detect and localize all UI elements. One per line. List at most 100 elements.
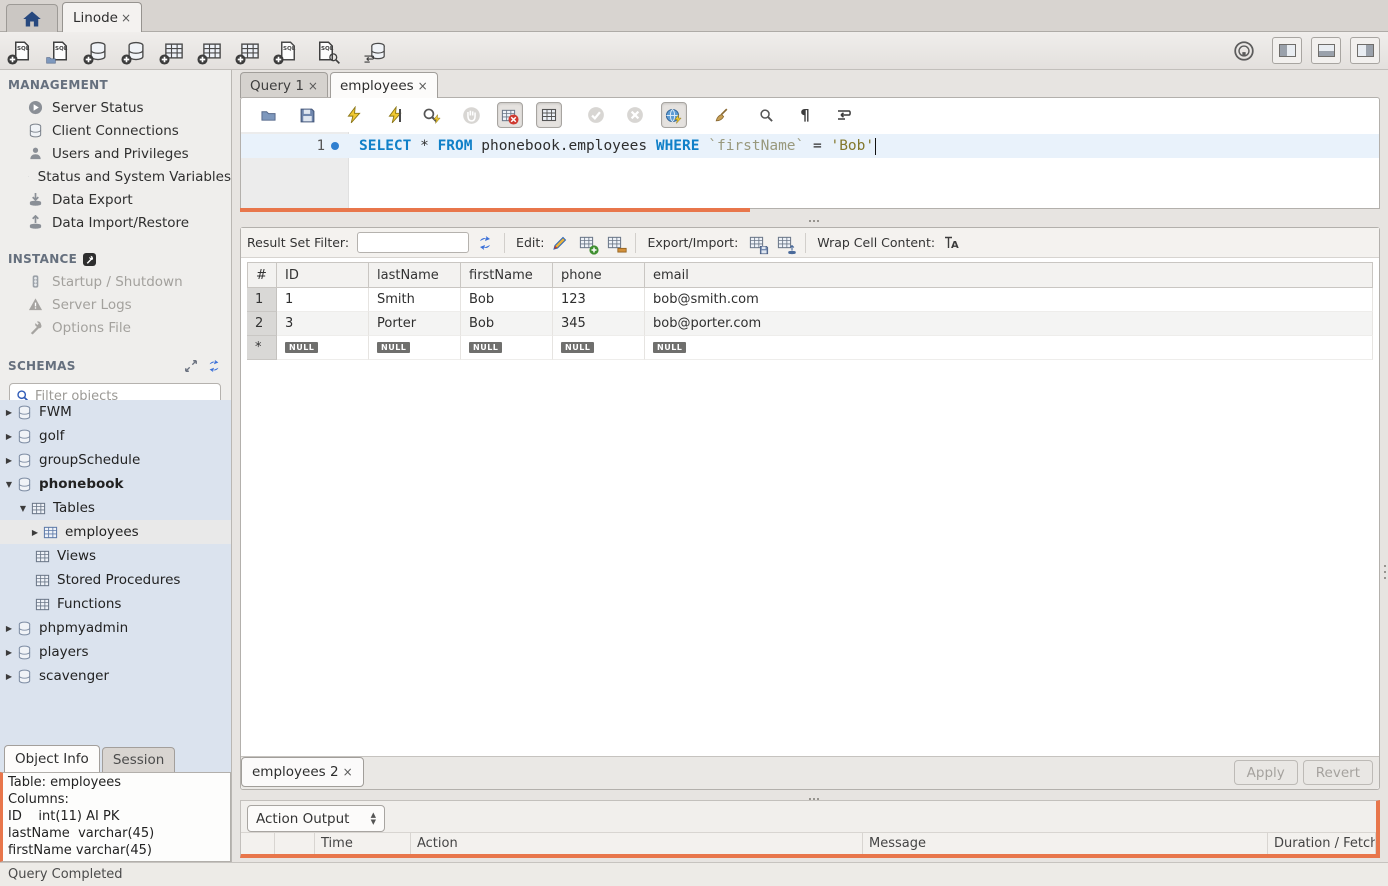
cell[interactable]: bob@porter.com (645, 312, 1373, 336)
null-badge[interactable]: NULL (561, 342, 594, 353)
output-column-header[interactable]: Action (411, 833, 863, 854)
expanded-arrow-icon[interactable]: ▼ (4, 480, 14, 489)
create-schema-icon[interactable] (124, 39, 148, 63)
sidebar-item-server-logs[interactable]: Server Logs (0, 293, 231, 316)
cell[interactable]: 3 (277, 312, 369, 336)
revert-button[interactable]: Revert (1303, 760, 1373, 785)
open-sql-script-icon[interactable] (48, 39, 72, 63)
collapsed-arrow-icon[interactable]: ▶ (30, 528, 40, 537)
toggle-bottom-panel-icon[interactable] (1311, 37, 1341, 64)
inspector-icon[interactable] (86, 39, 110, 63)
tab-object-info[interactable]: Object Info (4, 745, 100, 772)
column-header[interactable]: lastName (369, 262, 461, 288)
collapsed-arrow-icon[interactable]: ▶ (4, 432, 14, 441)
create-table-icon[interactable] (162, 39, 186, 63)
collapsed-arrow-icon[interactable]: ▶ (4, 408, 14, 417)
sql-editor-body[interactable]: 1 SELECT * FROM phonebook.employees WHER… (241, 132, 1379, 208)
sidebar-item-data-export[interactable]: Data Export (0, 188, 231, 211)
tab-close-icon[interactable]: × (308, 79, 318, 93)
collapsed-arrow-icon[interactable]: ▶ (4, 456, 14, 465)
commit-icon[interactable] (583, 102, 609, 128)
open-file-icon[interactable] (255, 102, 281, 128)
column-header[interactable]: firstName (461, 262, 553, 288)
collapsed-arrow-icon[interactable]: ▶ (4, 624, 14, 633)
find-icon[interactable] (753, 102, 779, 128)
tree-item-players[interactable]: ▶ players (0, 640, 231, 664)
create-function-icon[interactable] (276, 39, 300, 63)
sql-query-text[interactable]: SELECT * FROM phonebook.employees WHERE … (359, 134, 876, 158)
tree-item-phpmyadmin[interactable]: ▶ phpmyadmin (0, 616, 231, 640)
tab-employees[interactable]: employees × (330, 72, 438, 98)
tree-item-fwm[interactable]: ▶ FWM (0, 400, 231, 424)
result-tab-employees-2[interactable]: employees 2 × (241, 757, 364, 787)
tree-item-functions[interactable]: Functions (0, 592, 231, 616)
explain-icon[interactable] (419, 102, 445, 128)
result-tab-close-icon[interactable]: × (343, 765, 353, 779)
connection-tab-close-icon[interactable]: × (121, 11, 131, 25)
toggle-stop-on-error-icon[interactable] (497, 102, 523, 128)
sidebar-item-server-status[interactable]: Server Status (0, 96, 231, 119)
sidebar-item-system-variables[interactable]: Status and System Variables (0, 165, 231, 188)
rollback-icon[interactable] (622, 102, 648, 128)
limit-rows-icon[interactable] (536, 102, 562, 128)
refresh-results-icon[interactable] (477, 235, 493, 251)
column-header[interactable]: phone (553, 262, 645, 288)
sidebar-item-client-connections[interactable]: Client Connections (0, 119, 231, 142)
toggle-autocommit-icon[interactable] (661, 102, 687, 128)
home-tab[interactable] (6, 4, 58, 32)
execute-icon[interactable] (341, 102, 367, 128)
new-row[interactable]: * NULL NULL NULL NULL NULL (247, 336, 1373, 360)
sidebar-item-startup-shutdown[interactable]: Startup / Shutdown (0, 270, 231, 293)
cell[interactable]: Bob (461, 288, 553, 312)
column-header[interactable]: email (645, 262, 1373, 288)
instance-config-icon[interactable] (83, 253, 96, 266)
cell[interactable]: Smith (369, 288, 461, 312)
expanded-arrow-icon[interactable]: ▼ (18, 504, 28, 513)
result-set-filter-input[interactable] (357, 232, 469, 253)
cell[interactable]: 1 (277, 288, 369, 312)
column-header[interactable]: # (247, 262, 277, 288)
export-results-icon[interactable] (746, 233, 766, 253)
selector-stepper-icon[interactable]: ▲▼ (371, 812, 376, 825)
null-badge[interactable]: NULL (377, 342, 410, 353)
collapsed-arrow-icon[interactable]: ▶ (4, 672, 14, 681)
import-records-icon[interactable] (774, 233, 794, 253)
search-table-data-icon[interactable] (314, 39, 338, 63)
tree-item-stored-procedures[interactable]: Stored Procedures (0, 568, 231, 592)
cell[interactable]: 123 (553, 288, 645, 312)
cell[interactable]: bob@smith.com (645, 288, 1373, 312)
output-column-header[interactable]: Message (863, 833, 1268, 854)
expand-schemas-icon[interactable] (184, 359, 198, 373)
null-badge[interactable]: NULL (285, 342, 318, 353)
show-invisibles-icon[interactable]: ¶ (792, 102, 818, 128)
table-row[interactable]: 2 3 Porter Bob 345 bob@porter.com (247, 312, 1373, 336)
connection-tab[interactable]: Linode × (62, 2, 142, 32)
apply-button[interactable]: Apply (1234, 760, 1298, 785)
table-row[interactable]: 1 1 Smith Bob 123 bob@smith.com (247, 288, 1373, 312)
tree-item-scavenger[interactable]: ▶ scavenger (0, 664, 231, 688)
new-sql-tab-icon[interactable] (10, 39, 34, 63)
tree-item-employees[interactable]: ▶ employees (0, 520, 231, 544)
create-view-icon[interactable] (200, 39, 224, 63)
null-badge[interactable]: NULL (653, 342, 686, 353)
wrap-text-icon[interactable] (831, 102, 857, 128)
dashboard-icon[interactable] (1233, 40, 1255, 62)
column-header[interactable]: ID (277, 262, 369, 288)
tab-close-icon[interactable]: × (418, 79, 428, 93)
toggle-left-panel-icon[interactable] (1272, 37, 1302, 64)
output-column-header[interactable]: Time (315, 833, 411, 854)
refresh-schemas-icon[interactable] (207, 359, 221, 373)
cell[interactable]: 345 (553, 312, 645, 336)
delete-row-icon[interactable] (604, 233, 624, 253)
collapsed-arrow-icon[interactable]: ▶ (4, 648, 14, 657)
cell[interactable]: Porter (369, 312, 461, 336)
tree-item-groupschedule[interactable]: ▶ groupSchedule (0, 448, 231, 472)
edit-record-icon[interactable] (552, 235, 568, 251)
null-badge[interactable]: NULL (469, 342, 502, 353)
create-procedure-icon[interactable] (238, 39, 262, 63)
tab-query-1[interactable]: Query 1 × (240, 72, 328, 98)
clear-query-icon[interactable] (708, 102, 734, 128)
cell[interactable]: Bob (461, 312, 553, 336)
wrap-cell-content-icon[interactable] (943, 235, 959, 251)
add-row-icon[interactable] (576, 233, 596, 253)
